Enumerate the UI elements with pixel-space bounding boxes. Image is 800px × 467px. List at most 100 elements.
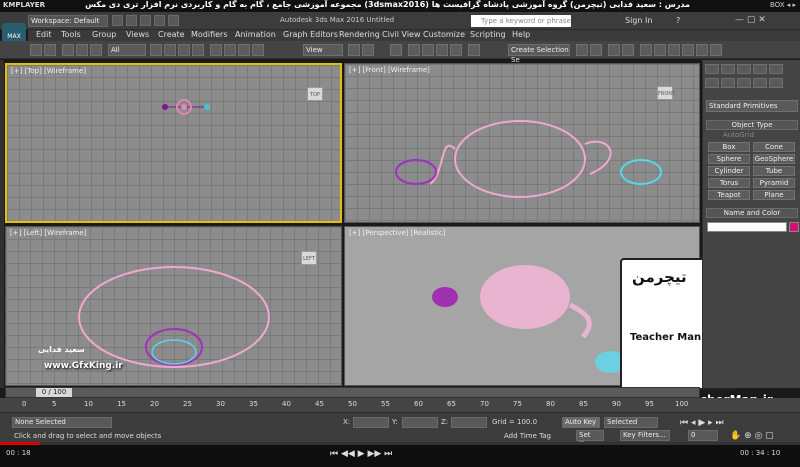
display-tab-icon[interactable] (769, 64, 783, 74)
render-setup-icon[interactable] (682, 44, 694, 56)
lights-icon[interactable] (737, 78, 751, 88)
time-slider-knob[interactable]: 0 / 100 (36, 388, 72, 397)
key-mode-select[interactable]: Selected (604, 417, 658, 428)
add-time-tag[interactable]: Add Time Tag (504, 432, 551, 440)
current-frame-input[interactable]: 0 (688, 430, 718, 441)
shapes-icon[interactable] (721, 78, 735, 88)
select-object-icon[interactable] (150, 44, 162, 56)
menu-tools[interactable]: Tools (61, 30, 81, 39)
pivot-center-icon[interactable] (348, 44, 360, 56)
torus-button[interactable]: Torus (708, 178, 750, 188)
track-bar[interactable]: 0 5 10 15 20 25 30 35 40 45 50 55 60 65 … (0, 398, 800, 412)
curve-editor-icon[interactable] (640, 44, 652, 56)
menu-graph-editors[interactable]: Graph Editors (283, 30, 338, 39)
search-input[interactable]: Type a keyword or phrase (471, 15, 571, 27)
rendered-frame-window-icon[interactable] (696, 44, 708, 56)
menu-views[interactable]: Views (126, 30, 149, 39)
object-name-input[interactable] (707, 222, 787, 232)
cone-button[interactable]: Cone (753, 142, 795, 152)
auto-key-button[interactable]: Auto Key (562, 417, 600, 428)
edit-named-selection-icon[interactable] (468, 44, 480, 56)
menu-modifiers[interactable]: Modifiers (191, 30, 228, 39)
tube-button[interactable]: Tube (753, 166, 795, 176)
viewport-front[interactable]: [+] [Front] [Wireframe] FRONT (344, 63, 700, 223)
graphite-toolbar-icon[interactable] (622, 44, 634, 56)
manipulate-icon[interactable] (362, 44, 374, 56)
player-window-controls[interactable]: BOX ◂ ▸ (770, 1, 796, 9)
geosphere-button[interactable]: GeoSphere (753, 154, 795, 164)
spinner-snap-icon[interactable] (450, 44, 462, 56)
z-coordinate-input[interactable] (451, 417, 487, 428)
hierarchy-tab-icon[interactable] (737, 64, 751, 74)
playback-controls[interactable]: ⏮ ◂ ▶ ▸ ⏭ (680, 418, 724, 428)
box-button[interactable]: Box (708, 142, 750, 152)
redo-icon[interactable] (168, 15, 179, 26)
reference-coordinate-select[interactable]: View (303, 44, 343, 56)
undo-icon[interactable] (154, 15, 165, 26)
menu-edit[interactable]: Edit (36, 30, 52, 39)
y-coordinate-input[interactable] (402, 417, 438, 428)
selection-region-icon[interactable] (178, 44, 190, 56)
set-key-button[interactable]: Set Key (576, 430, 604, 448)
autogrid-checkbox[interactable]: AutoGrid (723, 131, 754, 139)
undo-icon[interactable] (30, 44, 42, 56)
menu-group[interactable]: Group (92, 30, 116, 39)
percent-snap-icon[interactable] (436, 44, 448, 56)
save-file-icon[interactable] (140, 15, 151, 26)
align-icon[interactable] (590, 44, 602, 56)
teapot-button[interactable]: Teapot (708, 190, 750, 200)
menu-animation[interactable]: Animation (235, 30, 276, 39)
help-icon[interactable]: ? (676, 16, 680, 25)
modify-tab-icon[interactable] (721, 64, 735, 74)
select-and-rotate-icon[interactable] (224, 44, 236, 56)
redo-icon[interactable] (44, 44, 56, 56)
select-and-move-icon[interactable] (210, 44, 222, 56)
select-by-name-icon[interactable] (164, 44, 176, 56)
player-playback-icons[interactable]: ⏮ ◀◀ ▶ ▶▶ ⏭ (330, 449, 392, 459)
cylinder-button[interactable]: Cylinder (708, 166, 750, 176)
pyramid-button[interactable]: Pyramid (753, 178, 795, 188)
cameras-icon[interactable] (753, 78, 767, 88)
menu-customize[interactable]: Customize (423, 30, 465, 39)
viewport-navigation-icons[interactable]: ✋ ⊕ ◎ ▢ (730, 431, 774, 441)
mirror-icon[interactable] (576, 44, 588, 56)
bind-space-warp-icon[interactable] (90, 44, 102, 56)
plane-button[interactable]: Plane (753, 190, 795, 200)
workspace-select[interactable]: Workspace: Default (28, 15, 108, 27)
menu-rendering[interactable]: Rendering (339, 30, 380, 39)
viewport-layout-strip[interactable] (0, 60, 4, 388)
time-slider[interactable]: 0 / 100 (5, 387, 700, 398)
select-and-scale-icon[interactable] (238, 44, 250, 56)
helpers-icon[interactable] (769, 78, 783, 88)
viewport-left[interactable]: [+] [Left] [Wireframe] LEFT سعید فدایی w… (5, 226, 342, 386)
link-icon[interactable] (62, 44, 74, 56)
create-tab-icon[interactable] (705, 64, 719, 74)
new-file-icon[interactable] (112, 15, 123, 26)
geometry-icon[interactable] (705, 78, 719, 88)
window-crossing-icon[interactable] (192, 44, 204, 56)
name-and-color-rollout[interactable]: Name and Color (706, 208, 798, 218)
menu-civil-view[interactable]: Civil View (382, 30, 421, 39)
app-logo[interactable]: MAX (2, 23, 26, 43)
material-editor-icon[interactable] (668, 44, 680, 56)
viewport-top[interactable]: [+] [Top] [Wireframe] TOP (5, 63, 342, 223)
layer-explorer-icon[interactable] (608, 44, 620, 56)
object-type-rollout[interactable]: Object Type (706, 120, 798, 130)
sign-in-link[interactable]: Sign In (625, 16, 652, 25)
render-production-icon[interactable] (710, 44, 722, 56)
menu-help[interactable]: Help (512, 30, 530, 39)
player-progress-bar[interactable] (0, 442, 800, 445)
x-coordinate-input[interactable] (353, 417, 389, 428)
object-color-swatch[interactable] (789, 222, 799, 232)
open-file-icon[interactable] (126, 15, 137, 26)
menu-scripting[interactable]: Scripting (470, 30, 506, 39)
schematic-view-icon[interactable] (654, 44, 666, 56)
menu-create[interactable]: Create (158, 30, 185, 39)
key-filters-button[interactable]: Key Filters... (620, 430, 670, 441)
keyboard-shortcut-icon[interactable] (390, 44, 402, 56)
unlink-icon[interactable] (76, 44, 88, 56)
named-selection-set-input[interactable]: Create Selection Se (508, 44, 570, 64)
snap-toggle-icon[interactable] (408, 44, 420, 56)
primitive-type-select[interactable]: Standard Primitives (706, 100, 798, 112)
angle-snap-icon[interactable] (422, 44, 434, 56)
